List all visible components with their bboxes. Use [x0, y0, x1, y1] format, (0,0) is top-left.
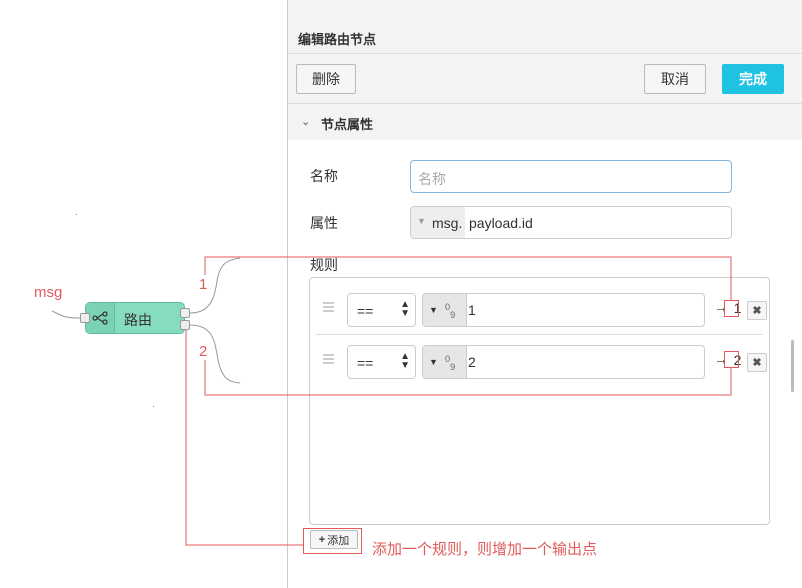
node-label: 路由 [124, 312, 152, 328]
rule-value: 2 [468, 354, 476, 370]
output-arrow-icon: → [714, 299, 728, 315]
output-port-2[interactable] [180, 320, 190, 330]
name-placeholder: 名称 [418, 171, 446, 187]
rules-label: 规则 [310, 257, 338, 273]
canvas-dot [76, 214, 77, 215]
rule-output-number: 2 [733, 352, 742, 368]
add-rule-button[interactable]: + 添加 [310, 530, 358, 549]
operator-select[interactable]: == ▲ ▼ [347, 345, 416, 379]
panel-header: 编辑路由节点 [288, 0, 802, 54]
rule-value-input[interactable]: ▼ 09 1 [422, 293, 705, 327]
scrollbar-thumb[interactable] [791, 340, 794, 392]
rule-row: == ▲ ▼ ▼ 09 1 → 1 ✖ [314, 286, 767, 332]
select-arrows-icon: ▲ ▼ [400, 351, 410, 371]
property-input[interactable]: ▼ msg. payload.id [410, 206, 732, 239]
panel-toolbar: 删除 取消 完成 [288, 54, 802, 104]
chevron-down-icon: ▼ [417, 216, 426, 226]
rule-value-input[interactable]: ▼ 09 2 [422, 345, 705, 379]
output-port-1[interactable] [180, 308, 190, 318]
close-icon[interactable]: ✖ [747, 301, 767, 320]
panel-title: 编辑路由节点 [298, 32, 377, 47]
rules-list: == ▲ ▼ ▼ 09 1 → 1 ✖ == ▲ ▼ ▼ 09 2 → 2 ✖ [309, 277, 770, 525]
number-type-icon: 09 [445, 302, 456, 320]
operator-select[interactable]: == ▲ ▼ [347, 293, 416, 327]
value-type-select[interactable]: ▼ 09 [423, 346, 467, 378]
output-wire-1 [189, 257, 241, 314]
select-arrows-icon: ▲ ▼ [400, 299, 410, 319]
annotation-line-add [185, 330, 303, 546]
input-wire [51, 310, 81, 319]
edit-panel: 编辑路由节点 删除 取消 完成 ⌄ 节点属性 名称 名称 属性 ▼ msg. p… [287, 0, 802, 588]
msg-label: msg [34, 284, 63, 301]
rule-value: 1 [468, 302, 476, 318]
done-button[interactable]: 完成 [722, 64, 784, 94]
section-label: 节点属性 [321, 117, 374, 132]
canvas-dot [153, 406, 154, 407]
drag-handle-icon[interactable] [323, 302, 334, 312]
drag-handle-icon[interactable] [323, 354, 334, 364]
output-label-2: 2 [199, 343, 208, 360]
switch-node[interactable]: 路由 [85, 302, 185, 334]
chevron-down-icon: ▼ [429, 305, 438, 315]
output-arrow-icon: → [714, 351, 728, 367]
switch-icon [86, 303, 115, 333]
input-port[interactable] [80, 313, 90, 323]
chevron-down-icon: ▼ [429, 357, 438, 367]
plus-icon: + [318, 533, 326, 546]
add-rule-label: 添加 [327, 534, 350, 547]
output-label-1: 1 [199, 276, 208, 293]
chevron-down-icon: ⌄ [301, 116, 311, 128]
property-value: payload.id [469, 215, 533, 231]
number-type-icon: 09 [445, 354, 456, 372]
close-icon[interactable]: ✖ [747, 353, 767, 372]
rule-output-number: 1 [733, 300, 742, 316]
delete-button[interactable]: 删除 [296, 64, 356, 94]
property-prefix: msg. [432, 215, 463, 231]
annotation-text: 添加一个规则，则增加一个输出点 [372, 541, 598, 558]
value-type-select[interactable]: ▼ 09 [423, 294, 467, 326]
rule-row: == ▲ ▼ ▼ 09 2 → 2 ✖ [314, 338, 767, 384]
operator-value: == [357, 355, 374, 371]
property-label: 属性 [310, 215, 338, 231]
cancel-button[interactable]: 取消 [644, 64, 706, 94]
section-header[interactable]: ⌄ 节点属性 [288, 104, 802, 140]
name-input[interactable]: 名称 [410, 160, 732, 193]
property-type-select[interactable]: ▼ msg. [411, 207, 465, 238]
rule-divider [316, 334, 763, 335]
name-label: 名称 [310, 168, 338, 184]
output-wire-2 [189, 324, 241, 384]
operator-value: == [357, 303, 374, 319]
